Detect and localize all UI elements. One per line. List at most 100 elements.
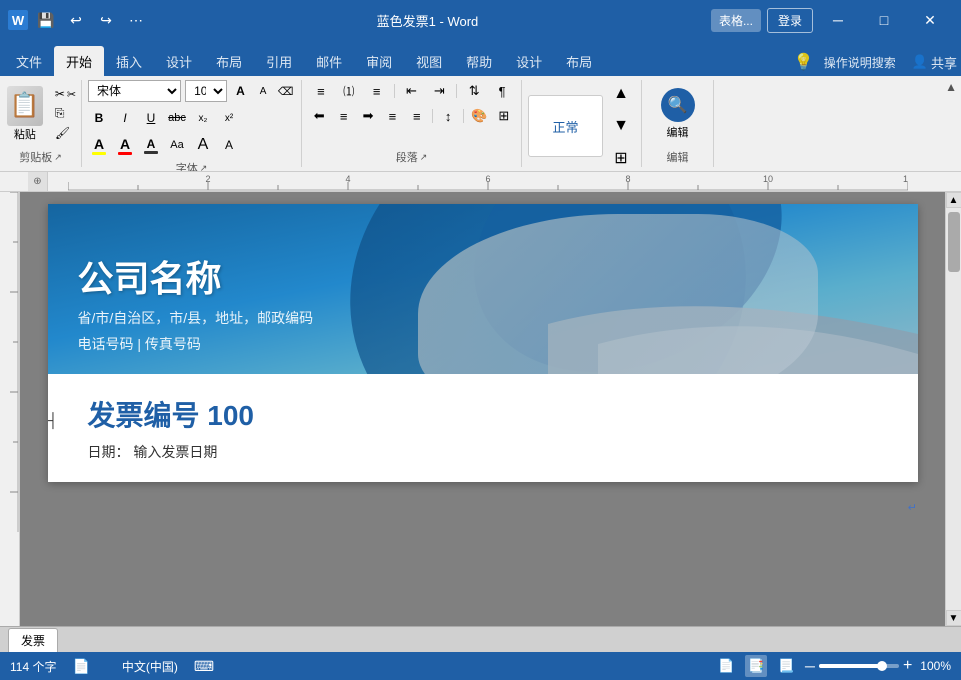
scroll-up-button[interactable]: ▲ [946, 192, 961, 208]
tab-design2[interactable]: 设计 [504, 46, 554, 76]
style-gallery-item[interactable]: 正常 [528, 95, 603, 157]
copy-button[interactable]: ⎘ [51, 104, 80, 123]
share-button[interactable]: 👤 共享 [912, 53, 957, 72]
tab-references[interactable]: 引用 [254, 46, 304, 76]
read-mode-button[interactable]: 📄 [715, 655, 737, 677]
style-scroll-down-button[interactable]: ▼ [607, 112, 635, 140]
find-replace-button[interactable]: 🔍 编辑 [653, 84, 703, 144]
font-label[interactable]: 字体 ↗ [176, 158, 208, 172]
invoice-number[interactable]: 发票编号 100 [88, 394, 878, 434]
tab-help[interactable]: 帮助 [454, 46, 504, 76]
line-spacing-button[interactable]: ↕ [437, 105, 459, 127]
cut-button[interactable]: ✂ ✂ [51, 85, 80, 103]
align-left-button[interactable]: ⬅ [308, 105, 330, 127]
shading-button[interactable]: 🎨 [468, 105, 490, 127]
context-button[interactable]: 表格... [711, 9, 761, 32]
undo-button[interactable]: ↩ [64, 8, 88, 32]
font-name-select[interactable]: 宋体 [88, 80, 181, 102]
header-text-block[interactable]: 公司名称 省/市/自治区，市/县，地址，邮政编码 电话号码 | 传真号码 [78, 250, 314, 354]
tab-review[interactable]: 审阅 [354, 46, 404, 76]
vertical-scrollbar[interactable]: ▲ ▼ [945, 192, 961, 626]
clear-format-button[interactable]: ⌫ [276, 80, 295, 102]
document-header-image[interactable]: 公司名称 省/市/自治区，市/县，地址，邮政编码 电话号码 | 传真号码 [48, 204, 918, 374]
tab-home[interactable]: 开始 [54, 46, 104, 76]
style-scroll-up-button[interactable]: ▲ [607, 80, 635, 108]
underline-button[interactable]: U [140, 107, 162, 129]
text-highlight-button[interactable]: A [88, 134, 110, 156]
increase-indent-button[interactable]: ⇥ [426, 80, 452, 102]
tab-view[interactable]: 视图 [404, 46, 454, 76]
print-layout-button[interactable]: 📑 [745, 655, 767, 677]
sort-button[interactable]: ⇅ [461, 80, 487, 102]
vertical-ruler [0, 192, 20, 626]
clipboard-label[interactable]: 剪贴板 ↗ [19, 147, 62, 167]
login-button[interactable]: 登录 [767, 8, 813, 33]
save-button[interactable]: 💾 [34, 8, 58, 32]
tab-layout[interactable]: 布局 [204, 46, 254, 76]
italic-button[interactable]: I [114, 107, 136, 129]
sheet-tab-invoice[interactable]: 发票 [8, 628, 58, 652]
cursor-indicator: ┤ [48, 412, 58, 428]
minimize-button[interactable]: ─ [815, 0, 861, 40]
company-name[interactable]: 公司名称 [78, 250, 314, 302]
bullets-button[interactable]: ≡ [308, 80, 334, 102]
zoom-handle[interactable] [877, 661, 887, 671]
font-size-select[interactable]: 10 [185, 80, 227, 102]
lightbulb-icon[interactable]: 💡 [790, 48, 818, 76]
document-body[interactable]: 发票编号 100 日期： 输入发票日期 [48, 374, 918, 482]
scroll-thumb[interactable] [948, 212, 960, 272]
redo-button[interactable]: ↪ [94, 8, 118, 32]
zoom-plus-button[interactable]: + [903, 657, 912, 675]
borders-button[interactable]: ⊞ [493, 105, 515, 127]
show-formatting-button[interactable]: ¶ [489, 80, 515, 102]
text-color-button[interactable]: A [140, 134, 162, 156]
subscript-button[interactable]: x₂ [192, 107, 214, 129]
bold-button[interactable]: B [88, 107, 110, 129]
tab-insert[interactable]: 插入 [104, 46, 154, 76]
tell-me-input[interactable]: 操作说明搜索 [824, 54, 896, 71]
scroll-track[interactable] [946, 208, 961, 610]
web-layout-button[interactable]: 📃 [775, 655, 797, 677]
strikethrough-button[interactable]: abc [166, 107, 188, 129]
ruler-corner[interactable]: ⊕ [28, 172, 48, 192]
zoom-minus-button[interactable]: ─ [805, 658, 815, 674]
tab-layout2[interactable]: 布局 [554, 46, 604, 76]
font-grow-button[interactable]: A [192, 134, 214, 156]
invoice-date-value[interactable]: 输入发票日期 [133, 444, 217, 460]
font-row1: 宋体 10 A A ⌫ [88, 80, 295, 102]
case-button[interactable]: Aa [166, 134, 188, 156]
maximize-button[interactable]: □ [861, 0, 907, 40]
superscript-button[interactable]: x² [218, 107, 240, 129]
tab-file[interactable]: 文件 [4, 46, 54, 76]
tab-mailings[interactable]: 邮件 [304, 46, 354, 76]
more-button[interactable]: ⋯ [124, 8, 148, 32]
font-shrink-button[interactable]: A [218, 134, 240, 156]
document-area[interactable]: ┤ ↵ ↵ ↵ ↵ [20, 192, 945, 626]
company-contact[interactable]: 电话号码 | 传真号码 [78, 334, 314, 354]
distribute-button[interactable]: ≡ [406, 105, 428, 127]
edit-mark-4: ↵ [908, 501, 917, 514]
zoom-track[interactable] [819, 664, 899, 668]
zoom-level: 100% [920, 659, 951, 673]
numbering-button[interactable]: ⑴ [336, 80, 362, 102]
paste-button[interactable]: 📋 粘贴 [1, 84, 49, 144]
tab-design[interactable]: 设计 [154, 46, 204, 76]
scissors-icon: ✂ [55, 87, 65, 101]
paragraph-label[interactable]: 段落 ↗ [396, 147, 428, 167]
para-controls: ≡ ⑴ ≡ ⇤ ⇥ ⇅ ¶ ⬅ ≡ ➡ ≡ ≡ ↕ 🎨 ⊞ [308, 80, 515, 127]
justify-button[interactable]: ≡ [381, 105, 403, 127]
invoice-date[interactable]: 日期： 输入发票日期 [88, 442, 878, 462]
ribbon-collapse-button[interactable]: ▲ [945, 80, 957, 94]
format-painter-button[interactable]: 🖌 [51, 124, 80, 142]
font-size-down-button[interactable]: A [254, 80, 273, 102]
close-button[interactable]: ✕ [907, 0, 953, 40]
font-size-up-button[interactable]: A [231, 80, 250, 102]
decrease-indent-button[interactable]: ⇤ [399, 80, 425, 102]
scroll-down-button[interactable]: ▼ [946, 610, 961, 626]
align-right-button[interactable]: ➡ [357, 105, 379, 127]
align-center-button[interactable]: ≡ [332, 105, 354, 127]
company-address[interactable]: 省/市/自治区，市/县，地址，邮政编码 [78, 308, 314, 328]
font-color-button[interactable]: A [114, 134, 136, 156]
multilevel-button[interactable]: ≡ [364, 80, 390, 102]
style-expand-button[interactable]: ⊞ [607, 144, 635, 172]
